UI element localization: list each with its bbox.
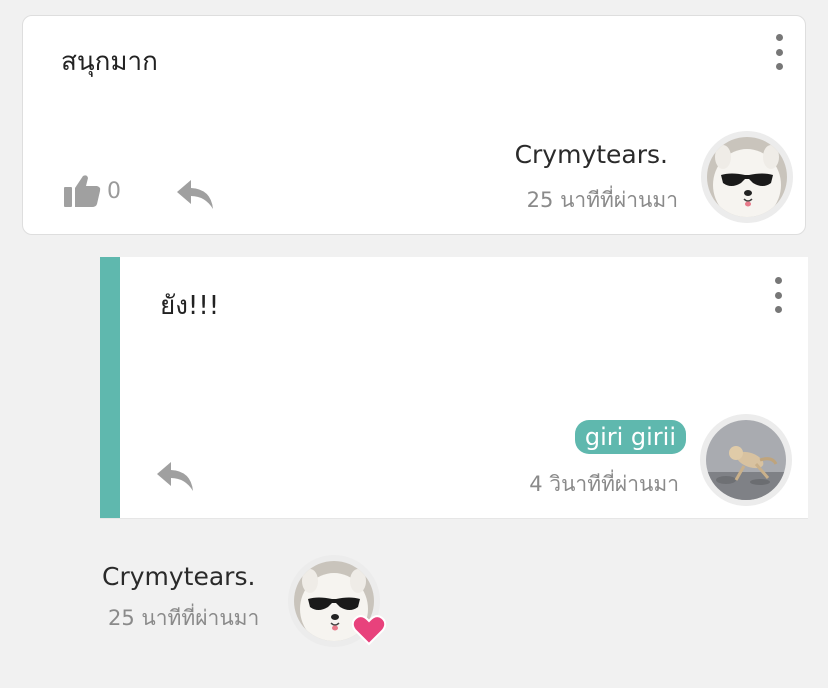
kebab-icon-dot xyxy=(774,306,782,313)
like-button[interactable]: 0 xyxy=(63,174,121,208)
comment-author-name[interactable]: Crymytears. xyxy=(515,140,668,169)
reply-author-badge[interactable]: giri girii xyxy=(574,420,686,454)
kebab-icon-dot xyxy=(775,63,783,70)
reply-button[interactable] xyxy=(175,178,215,214)
comment-author-avatar[interactable] xyxy=(701,131,793,223)
reply-indent-bar xyxy=(100,257,120,518)
avatar-samoyed-sunglasses xyxy=(707,137,787,217)
comment-text: สนุกมาก xyxy=(61,47,158,77)
kebab-icon-dot xyxy=(774,291,782,299)
comment-more-button[interactable] xyxy=(772,34,786,70)
reply-arrow-icon xyxy=(177,180,213,209)
avatar-cat-on-road xyxy=(706,420,786,500)
current-user-name: Crymytears. xyxy=(102,562,256,591)
reply-text: ยัง!!! xyxy=(160,291,220,321)
heart-icon[interactable] xyxy=(352,614,386,646)
current-user-timestamp: 25 นาทีที่ผ่านมา xyxy=(108,606,260,630)
reply-reply-button[interactable] xyxy=(155,460,195,496)
kebab-icon-dot xyxy=(775,34,783,41)
thumbs-up-icon xyxy=(64,175,101,207)
reply-author-avatar[interactable] xyxy=(700,414,792,506)
reply-timestamp: 4 วินาทีที่ผ่านมา xyxy=(529,472,679,496)
comment-timestamp: 25 นาทีที่ผ่านมา xyxy=(526,188,678,212)
reply-arrow-icon xyxy=(157,462,193,491)
reply-more-button[interactable] xyxy=(771,277,785,313)
kebab-icon-dot xyxy=(774,277,782,284)
kebab-icon-dot xyxy=(775,48,783,56)
comment-card: สนุกมาก Crymytears. 25 นาทีที่ผ่านมา 0 xyxy=(22,15,806,235)
reply-card: ยัง!!! giri girii 4 วินาทีที่ผ่านมา xyxy=(100,257,808,519)
like-count: 0 xyxy=(107,178,121,204)
